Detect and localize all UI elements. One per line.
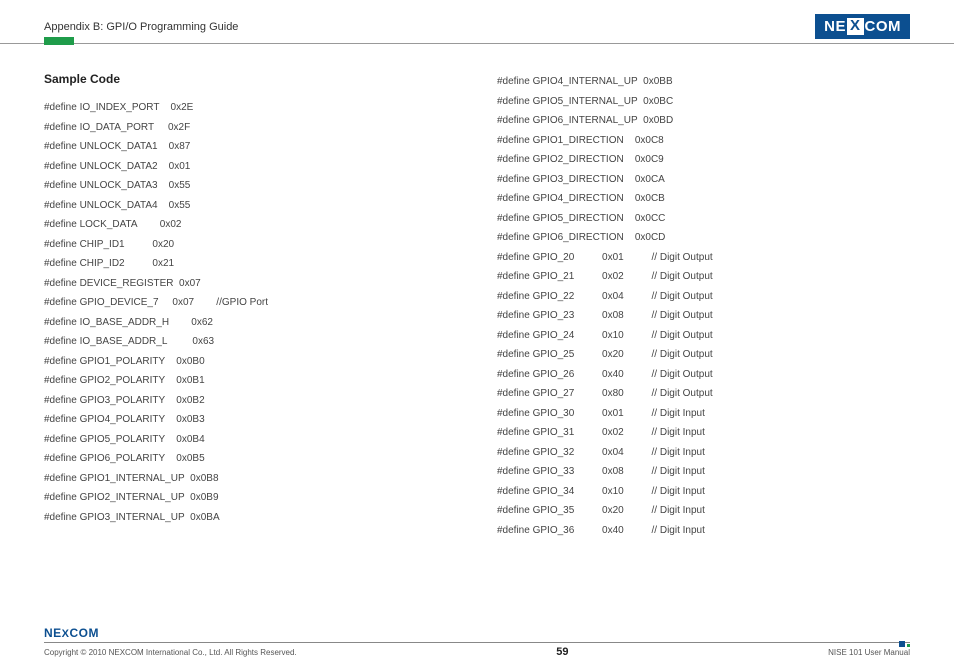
code-line: #define GPIO_33 0x08 // Digit Input — [497, 462, 910, 482]
code-line: #define LOCK_DATA 0x02 — [44, 215, 457, 235]
code-line: #define UNLOCK_DATA3 0x55 — [44, 176, 457, 196]
column-right: #define GPIO4_INTERNAL_UP 0x0BB#define G… — [487, 72, 910, 540]
code-line: #define GPIO_23 0x08 // Digit Output — [497, 306, 910, 326]
code-line: #define GPIO_32 0x04 // Digit Input — [497, 443, 910, 463]
code-line: #define GPIO5_DIRECTION 0x0CC — [497, 209, 910, 229]
footer-logo-a: NE — [44, 626, 62, 640]
code-line: #define GPIO_30 0x01 // Digit Input — [497, 404, 910, 424]
column-left: Sample Code #define IO_INDEX_PORT 0x2E#d… — [44, 72, 487, 540]
copyright-text: Copyright © 2010 NEXCOM International Co… — [44, 648, 297, 657]
code-line: #define GPIO6_POLARITY 0x0B5 — [44, 449, 457, 469]
code-line: #define GPIO_22 0x04 // Digit Output — [497, 287, 910, 307]
code-line: #define IO_DATA_PORT 0x2F — [44, 118, 457, 138]
code-line: #define UNLOCK_DATA2 0x01 — [44, 157, 457, 177]
code-line: #define GPIO_20 0x01 // Digit Output — [497, 248, 910, 268]
code-block-right: #define GPIO4_INTERNAL_UP 0x0BB#define G… — [497, 72, 910, 540]
code-line: #define GPIO4_DIRECTION 0x0CB — [497, 189, 910, 209]
code-line: #define CHIP_ID1 0x20 — [44, 235, 457, 255]
code-line: #define GPIO4_INTERNAL_UP 0x0BB — [497, 72, 910, 92]
code-block-left: #define IO_INDEX_PORT 0x2E#define IO_DAT… — [44, 98, 457, 527]
code-line: #define GPIO1_INTERNAL_UP 0x0B8 — [44, 469, 457, 489]
code-line: #define GPIO_35 0x20 // Digit Input — [497, 501, 910, 521]
code-line: #define GPIO_36 0x40 // Digit Input — [497, 521, 910, 541]
code-line: #define GPIO_27 0x80 // Digit Output — [497, 384, 910, 404]
footer-logo: NEXCOM — [44, 626, 910, 640]
code-line: #define GPIO5_INTERNAL_UP 0x0BC — [497, 92, 910, 112]
page-tab-marker — [44, 37, 74, 45]
code-line: #define GPIO_DEVICE_7 0x07 //GPIO Port — [44, 293, 457, 313]
code-line: #define GPIO4_POLARITY 0x0B3 — [44, 410, 457, 430]
code-line: #define GPIO6_INTERNAL_UP 0x0BD — [497, 111, 910, 131]
code-line: #define GPIO_25 0x20 // Digit Output — [497, 345, 910, 365]
content-area: Sample Code #define IO_INDEX_PORT 0x2E#d… — [0, 44, 954, 540]
page-footer: NEXCOM Copyright © 2010 NEXCOM Internati… — [44, 626, 910, 658]
header-title: Appendix B: GPI/O Programming Guide — [44, 21, 238, 33]
code-line: #define GPIO_24 0x10 // Digit Output — [497, 326, 910, 346]
section-heading: Sample Code — [44, 72, 457, 86]
code-line: #define GPIO1_DIRECTION 0x0C8 — [497, 131, 910, 151]
logo-part-right: COM — [865, 18, 902, 35]
code-line: #define GPIO_21 0x02 // Digit Output — [497, 267, 910, 287]
code-line: #define DEVICE_REGISTER 0x07 — [44, 274, 457, 294]
footer-decoration — [892, 637, 910, 649]
code-line: #define GPIO2_POLARITY 0x0B1 — [44, 371, 457, 391]
code-line: #define GPIO2_DIRECTION 0x0C9 — [497, 150, 910, 170]
code-line: #define GPIO_31 0x02 // Digit Input — [497, 423, 910, 443]
code-line: #define UNLOCK_DATA4 0x55 — [44, 196, 457, 216]
page-number: 59 — [556, 646, 568, 658]
code-line: #define GPIO_26 0x40 // Digit Output — [497, 365, 910, 385]
footer-logo-b: X — [62, 628, 70, 640]
code-line: #define IO_INDEX_PORT 0x2E — [44, 98, 457, 118]
code-line: #define GPIO_34 0x10 // Digit Input — [497, 482, 910, 502]
page-header: Appendix B: GPI/O Programming Guide NEXC… — [0, 0, 954, 44]
footer-divider — [44, 642, 910, 643]
code-line: #define GPIO5_POLARITY 0x0B4 — [44, 430, 457, 450]
code-line: #define CHIP_ID2 0x21 — [44, 254, 457, 274]
code-line: #define GPIO2_INTERNAL_UP 0x0B9 — [44, 488, 457, 508]
code-line: #define IO_BASE_ADDR_L 0x63 — [44, 332, 457, 352]
logo-part-left: NE — [824, 18, 846, 35]
code-line: #define GPIO3_INTERNAL_UP 0x0BA — [44, 508, 457, 528]
code-line: #define GPIO1_POLARITY 0x0B0 — [44, 352, 457, 372]
footer-logo-c: COM — [70, 626, 100, 640]
code-line: #define IO_BASE_ADDR_H 0x62 — [44, 313, 457, 333]
doc-ref: NISE 101 User Manual — [828, 648, 910, 657]
code-line: #define UNLOCK_DATA1 0x87 — [44, 137, 457, 157]
logo-part-mid: X — [847, 18, 864, 35]
code-line: #define GPIO3_DIRECTION 0x0CA — [497, 170, 910, 190]
code-line: #define GPIO6_DIRECTION 0x0CD — [497, 228, 910, 248]
brand-logo: NEXCOM — [815, 14, 910, 39]
code-line: #define GPIO3_POLARITY 0x0B2 — [44, 391, 457, 411]
